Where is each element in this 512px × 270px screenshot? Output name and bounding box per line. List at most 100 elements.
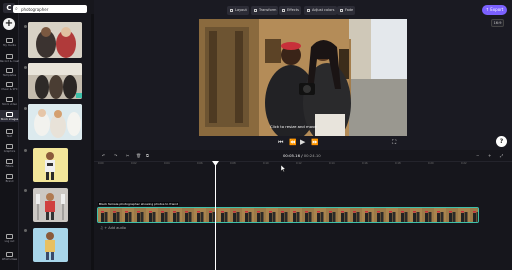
zoom-out-icon[interactable]: − <box>476 153 479 158</box>
text-icon <box>6 129 13 134</box>
rail-item-templates[interactable]: Templates <box>0 66 19 78</box>
filmstrip-frame <box>242 208 254 222</box>
logout-icon <box>6 234 13 239</box>
aspect-ratio-button[interactable]: 16:9 <box>491 19 504 27</box>
adjust-colors-button[interactable]: Adjust colors <box>304 6 337 15</box>
filmstrip-frame <box>446 208 458 222</box>
transform-button[interactable]: Transform <box>251 6 279 15</box>
rail-item-folder[interactable]: My media <box>0 36 19 48</box>
add-dot <box>24 149 27 152</box>
filmstrip-frame <box>194 208 206 222</box>
left-rail: C + My media Record & create Templates Musi… <box>0 0 19 270</box>
stock-image-thumb[interactable] <box>28 63 82 99</box>
stock-image-thumb[interactable] <box>28 104 82 140</box>
fast-forward-icon[interactable]: ⏩ <box>311 139 318 146</box>
ruler-tick: 0:02 <box>131 162 137 165</box>
filter-icon <box>6 159 13 164</box>
filmstrip-frame <box>470 208 478 222</box>
ruler-tick: 0:18 <box>395 162 401 165</box>
filmstrip-frame <box>182 208 194 222</box>
rail-item-filter[interactable]: Filters <box>0 157 19 169</box>
delete-icon[interactable]: 🗑 <box>136 153 141 158</box>
filmstrip-frame <box>110 208 122 222</box>
filmstrip-frame <box>146 208 158 222</box>
resize-hint: Click to resize and move <box>270 124 317 129</box>
filmstrip-frame <box>134 208 146 222</box>
layout-icon <box>230 8 233 12</box>
photographer-sticker[interactable] <box>33 228 68 262</box>
play-icon[interactable]: ▶ <box>300 138 305 146</box>
timecode: 00:05.16 / 00:24.10 <box>283 153 321 158</box>
redo-icon[interactable]: ↷ <box>114 153 117 158</box>
ruler-tick: 0:10 <box>263 162 269 165</box>
layout-button[interactable]: Layout <box>227 6 249 15</box>
filmstrip-frame <box>422 208 434 222</box>
filmstrip-frame <box>386 208 398 222</box>
filmstrip-frame <box>434 208 446 222</box>
fit-timeline-icon[interactable]: ⤢ <box>500 153 503 158</box>
ruler-tick: 0:14 <box>329 162 335 165</box>
photographer-man-icon <box>45 232 55 260</box>
filmstrip-frame <box>326 208 338 222</box>
photographer-sticker[interactable] <box>33 188 68 222</box>
help-button[interactable]: ? <box>496 136 507 147</box>
undo-icon[interactable]: ↶ <box>102 153 105 158</box>
zoom-in-icon[interactable]: + <box>488 153 491 158</box>
music-icon <box>6 82 13 87</box>
filmstrip-frame <box>302 208 314 222</box>
fade-button[interactable]: Fade <box>337 6 356 15</box>
effects-icon <box>282 8 285 12</box>
ruler-tick: 0:00 <box>98 162 104 165</box>
new-project-button[interactable]: + <box>3 18 15 30</box>
rail-item-image[interactable]: Stock images <box>0 110 19 122</box>
filmstrip-frame <box>374 208 386 222</box>
add-dot <box>24 229 27 232</box>
search-bar[interactable]: ⌕ <box>13 5 87 13</box>
rail-item-logout[interactable]: Log out <box>0 232 19 244</box>
add-audio-button[interactable]: ♫ + Add audio <box>100 226 126 230</box>
rail-item-brand[interactable]: Brand <box>0 172 19 184</box>
filmstrip-frame <box>218 208 230 222</box>
playhead[interactable] <box>215 162 216 270</box>
filmstrip-frame <box>230 208 242 222</box>
timeline-ruler[interactable]: 0:00 0:02 0:04 0:06 0:08 0:10 0:12 0:14 0:16 0:18… <box>94 162 512 168</box>
ruler-tick: 0:06 <box>197 162 203 165</box>
split-icon[interactable]: ✂ <box>126 153 129 158</box>
video-preview[interactable] <box>199 19 407 136</box>
add-dot <box>24 25 27 28</box>
search-input[interactable] <box>21 5 83 13</box>
gift-icon <box>6 252 13 257</box>
export-button[interactable]: ↑ Export <box>482 5 507 15</box>
photo-friends-image <box>28 104 82 140</box>
filmstrip-frame <box>458 208 470 222</box>
clip-filmstrip <box>98 208 478 222</box>
rail-item-text[interactable]: Text <box>0 127 19 139</box>
effects-button[interactable]: Effects <box>279 6 301 15</box>
ruler-tick: 0:04 <box>164 162 170 165</box>
ruler-tick: 0:16 <box>362 162 368 165</box>
ruler-tick: 0:20 <box>428 162 434 165</box>
skip-back-icon[interactable]: ⏮ <box>278 139 283 147</box>
filmstrip-frame <box>314 208 326 222</box>
photo-group-image <box>28 63 82 99</box>
brand-icon <box>6 174 13 179</box>
ruler-tick: 0:22 <box>461 162 467 165</box>
stock-image-thumb[interactable] <box>28 22 82 58</box>
rail-item-film[interactable]: Stock video <box>0 95 19 107</box>
camera-icon <box>6 54 13 59</box>
duplicate-icon[interactable]: ⧉ <box>146 153 149 158</box>
clip-title: Black female photographer showing photos… <box>98 202 180 206</box>
rewind-icon[interactable]: ⏪ <box>289 139 296 146</box>
photographer-sticker[interactable] <box>33 148 68 182</box>
fullscreen-icon[interactable]: ⛶ <box>392 139 396 147</box>
rail-item-shapes[interactable]: Graphics <box>0 142 19 154</box>
add-dot <box>24 107 27 110</box>
filmstrip-frame <box>290 208 302 222</box>
rail-item-camera[interactable]: Record & create <box>0 52 19 64</box>
video-clip[interactable] <box>97 207 479 223</box>
filmstrip-frame <box>338 208 350 222</box>
total-time: 00:24.10 <box>303 153 321 158</box>
rail-item-gift[interactable]: What's New <box>0 250 19 262</box>
add-dot <box>24 66 27 69</box>
rail-item-music[interactable]: Music & SFX <box>0 80 19 92</box>
